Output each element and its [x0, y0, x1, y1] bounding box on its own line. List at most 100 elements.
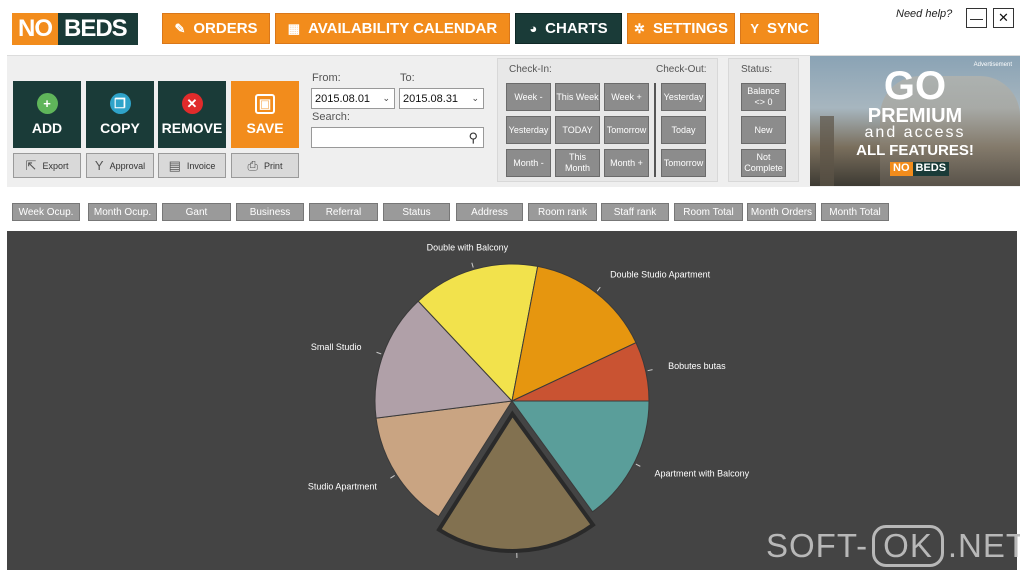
copy-button[interactable]: ❐ COPY — [86, 81, 154, 148]
from-date-value: 2015.08.01 — [315, 92, 371, 105]
logo-no-text: NO — [12, 13, 58, 45]
pie-label-double-studio-apartment: Double Studio Apartment — [610, 270, 711, 280]
pie-label-bobutes-butas: Bobutes butas — [668, 361, 726, 371]
remove-button[interactable]: ✕ REMOVE — [158, 81, 226, 148]
tab-gant[interactable]: Gant — [162, 203, 231, 221]
copy-icon: ❐ — [109, 93, 131, 114]
checkin-this-week[interactable]: This Week — [555, 83, 600, 111]
checkout-today[interactable]: Today — [661, 116, 706, 144]
tab-address[interactable]: Address — [456, 203, 523, 221]
export-label: Export — [42, 160, 69, 171]
export-button[interactable]: ⇱ Export — [13, 153, 81, 178]
checkin-this-month[interactable]: This Month — [555, 149, 600, 177]
tab-staff-rank-label: Staff rank — [613, 206, 657, 218]
approval-icon: Y — [94, 158, 104, 173]
chart-tabs: Week Ocup. Month Ocup. Gant Business Ref… — [0, 191, 1020, 229]
checkout-tomorrow-label: Tomorrow — [663, 157, 704, 168]
search-label: Search: — [312, 111, 350, 123]
nav-settings-button[interactable]: ✲ SETTINGS — [627, 13, 735, 44]
watermark-left: SOFT- — [766, 527, 869, 564]
tab-month-ocup[interactable]: Month Ocup. — [88, 203, 157, 221]
checkin-week-plus[interactable]: Week + — [604, 83, 649, 111]
pie-leader-line — [647, 369, 653, 372]
nav-sync-button[interactable]: Y SYNC — [740, 13, 819, 44]
nav-availability-calendar-button[interactable]: ▦ AVAILABILITY CALENDAR — [275, 13, 510, 44]
checkin-month-plus[interactable]: Month + — [604, 149, 649, 177]
checkout-yesterday[interactable]: Yesterday — [661, 83, 706, 111]
logo-beds-text: BEDS — [64, 15, 128, 42]
pie-label-double-with-balcony: Double with Balcony — [427, 242, 509, 252]
app-window: NO BEDS ✎ ORDERS ▦ AVAILABILITY CALENDAR… — [0, 0, 1020, 573]
checkin-week-minus-label: Week - — [514, 91, 543, 102]
premium-advertisement[interactable]: Advertisement GO PREMIUM and access ALL … — [810, 56, 1020, 186]
chevron-down-icon: ⌄ — [471, 93, 479, 103]
to-label: To: — [400, 72, 415, 84]
tab-room-rank[interactable]: Room rank — [528, 203, 597, 221]
status-balance-label: Balance <> 0 — [747, 86, 780, 107]
checkout-tomorrow[interactable]: Tomorrow — [661, 149, 706, 177]
checkin-yesterday[interactable]: Yesterday — [506, 116, 551, 144]
tab-month-total[interactable]: Month Total — [821, 203, 889, 221]
calendar-icon: ▦ — [287, 20, 301, 36]
help-link[interactable]: Need help? — [896, 8, 952, 20]
close-button[interactable]: ✕ — [993, 8, 1014, 28]
status-new-button[interactable]: New — [741, 116, 786, 144]
checkin-month-minus[interactable]: Month - — [506, 149, 551, 177]
tab-status[interactable]: Status — [383, 203, 450, 221]
checkin-week-plus-label: Week + — [611, 91, 642, 102]
nav-orders-button[interactable]: ✎ ORDERS — [162, 13, 270, 44]
remove-label: REMOVE — [161, 120, 223, 136]
pencil-icon: ✎ — [174, 20, 186, 36]
tab-business[interactable]: Business — [236, 203, 304, 221]
from-label: From: — [312, 72, 341, 84]
tab-staff-rank[interactable]: Staff rank — [601, 203, 669, 221]
status-balance-button[interactable]: Balance <> 0 — [741, 83, 786, 111]
minimize-button[interactable]: — — [966, 8, 987, 28]
checkin-tomorrow-label: Tomorrow — [606, 124, 647, 135]
date-shortcuts-panel: Check-In: Check-Out: Week - This Week We… — [497, 58, 718, 182]
ad-headline: GO — [883, 64, 947, 108]
status-not-complete-label: Not Complete — [744, 152, 783, 173]
status-new-label: New — [754, 124, 773, 135]
add-button[interactable]: + ADD — [13, 81, 81, 148]
checkin-today-label: TODAY — [562, 124, 593, 135]
invoice-button[interactable]: ▤ Invoice — [158, 153, 226, 178]
pie-chart-icon: ◕ — [529, 21, 538, 36]
ad-logo-beds: BEDS — [912, 162, 950, 176]
divider — [654, 83, 656, 177]
save-label: SAVE — [246, 119, 284, 136]
pie-leader-line — [471, 262, 474, 268]
search-icon: ⚲ — [468, 129, 478, 145]
print-button[interactable]: ⎙ Print — [231, 153, 299, 178]
checkin-month-minus-label: Month - — [513, 157, 544, 168]
copy-label: COPY — [100, 120, 140, 136]
nav-settings-label: SETTINGS — [652, 20, 728, 37]
pie-leader-line — [596, 286, 601, 292]
checkin-this-week-label: This Week — [556, 91, 599, 102]
save-button[interactable]: ▣ SAVE — [231, 81, 299, 148]
search-input[interactable]: ⚲ — [311, 127, 484, 148]
tab-room-total[interactable]: Room Total — [674, 203, 743, 221]
checkin-today[interactable]: TODAY — [555, 116, 600, 144]
from-date-select[interactable]: 2015.08.01 ⌄ — [311, 88, 395, 109]
nav-charts-button[interactable]: ◕ CHARTS — [515, 13, 622, 44]
pie-leader-line — [376, 351, 382, 355]
checkin-week-minus[interactable]: Week - — [506, 83, 551, 111]
pie-label-apartment-with-balcony: Apartment with Balcony — [655, 469, 750, 479]
minimize-icon: — — [970, 10, 983, 26]
checkin-month-plus-label: Month + — [610, 157, 643, 168]
status-not-complete-button[interactable]: Not Complete — [741, 149, 786, 177]
ad-logo: NO BEDS — [890, 162, 950, 176]
tab-month-orders[interactable]: Month Orders — [747, 203, 816, 221]
to-date-select[interactable]: 2015.08.31 ⌄ — [399, 88, 484, 109]
tab-week-ocup[interactable]: Week Ocup. — [12, 203, 80, 221]
tab-week-ocup-label: Week Ocup. — [18, 206, 74, 218]
nav-sync-label: SYNC — [766, 20, 809, 37]
remove-icon: ✕ — [181, 93, 203, 114]
approval-button[interactable]: Y Approval — [86, 153, 154, 178]
nobeds-logo[interactable]: NO BEDS — [12, 13, 138, 45]
tab-month-total-label: Month Total — [829, 206, 881, 218]
checkin-label: Check-In: — [509, 64, 552, 75]
tab-referral[interactable]: Referral — [309, 203, 378, 221]
checkin-tomorrow[interactable]: Tomorrow — [604, 116, 649, 144]
